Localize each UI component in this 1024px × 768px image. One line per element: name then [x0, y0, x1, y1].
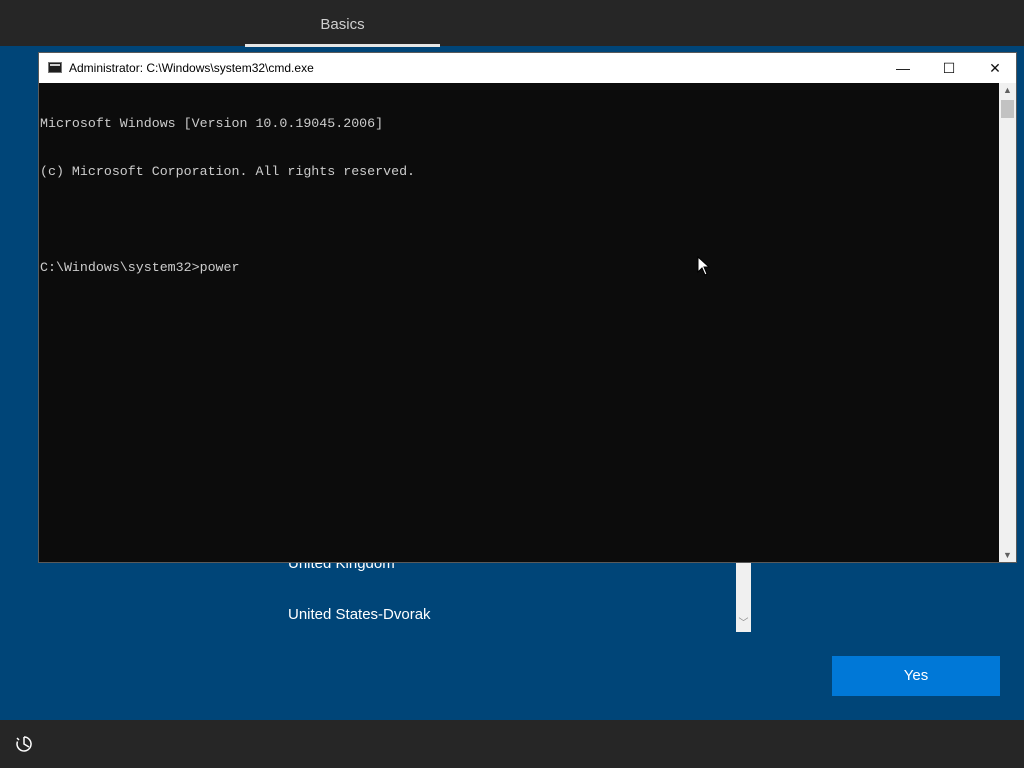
cmd-title-bar[interactable]: Administrator: C:\Windows\system32\cmd.e… — [39, 53, 1016, 83]
console-scrollbar[interactable]: ▲ ▼ — [999, 83, 1016, 562]
maximize-button[interactable]: ☐ — [926, 53, 972, 83]
cmd-icon — [48, 62, 62, 73]
cmd-window[interactable]: Administrator: C:\Windows\system32\cmd.e… — [38, 52, 1017, 563]
scroll-up-arrow-icon[interactable]: ▲ — [999, 83, 1016, 97]
tab-active-indicator — [245, 44, 440, 47]
scroll-down-arrow-icon[interactable]: ▼ — [999, 548, 1016, 562]
console-line: ​ — [40, 212, 1000, 228]
minimize-button[interactable]: — — [880, 53, 926, 83]
scroll-down-arrow-icon[interactable]: ﹀ — [736, 618, 751, 630]
bottom-bar — [0, 720, 1024, 768]
console-prompt-line[interactable]: C:\Windows\system32>power — [40, 260, 1000, 276]
mouse-pointer-icon — [697, 256, 711, 276]
ease-of-access-icon[interactable] — [14, 734, 34, 754]
close-button[interactable]: ✕ — [972, 53, 1018, 83]
cmd-window-title: Administrator: C:\Windows\system32\cmd.e… — [69, 61, 314, 75]
console-line: Microsoft Windows [Version 10.0.19045.20… — [40, 116, 384, 131]
keyboard-option-dvorak[interactable]: United States-Dvorak — [288, 606, 431, 623]
console-output[interactable]: Microsoft Windows [Version 10.0.19045.20… — [39, 83, 1000, 562]
scroll-thumb[interactable] — [1001, 100, 1014, 118]
keyboard-list-scrollbar[interactable]: ﹀ — [736, 563, 751, 632]
console-line: (c) Microsoft Corporation. All rights re… — [40, 164, 416, 179]
yes-button[interactable]: Yes — [832, 656, 1000, 696]
top-bar: Basics — [0, 0, 1024, 47]
tab-basics: Basics — [320, 16, 365, 33]
